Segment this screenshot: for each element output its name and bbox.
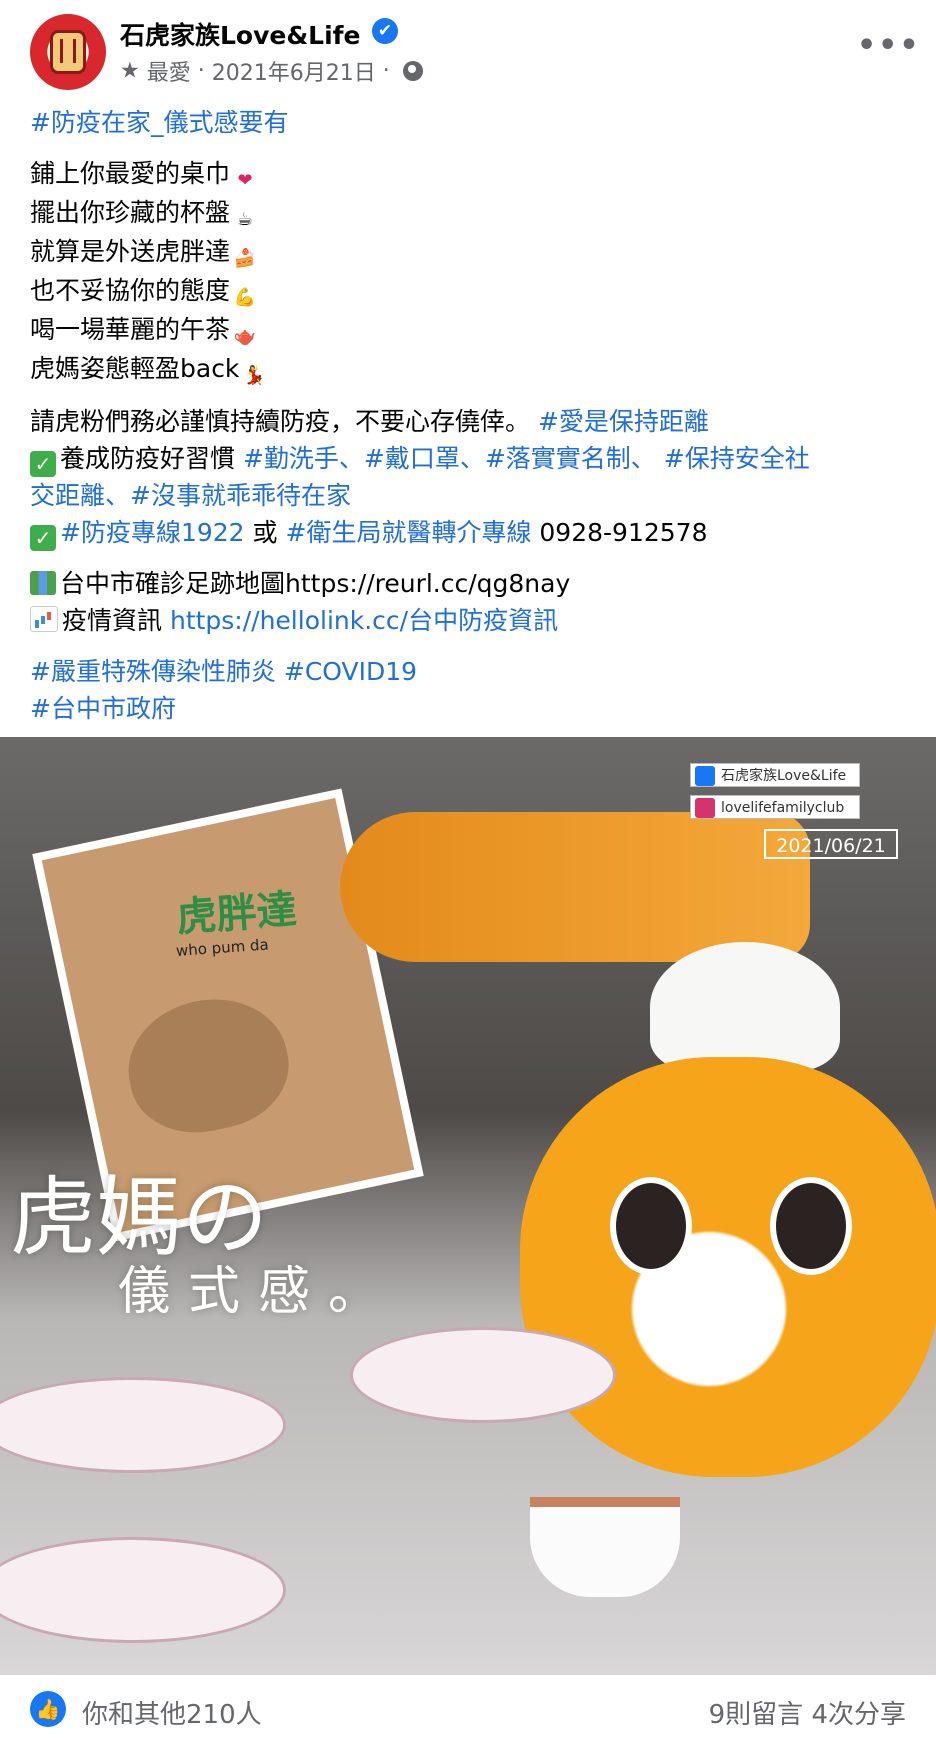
body-line: 也不妥協你的態度 💪 bbox=[30, 272, 910, 311]
hashtag-link[interactable]: #嚴重特殊傳染性肺炎 #COVID19 bbox=[30, 653, 910, 690]
post-meta: ★ 最愛 · 2021年6月21日 · bbox=[120, 55, 423, 87]
body-line: 疫情資訊 https://hellolink.cc/台中防疫資訊 bbox=[30, 602, 910, 639]
hashtag-link[interactable]: #愛是保持距離 bbox=[538, 407, 709, 436]
separator: · bbox=[382, 58, 390, 84]
tiger-face-print bbox=[116, 985, 300, 1146]
post-header: 石虎家族Love&Life ✔ ★ 最愛 · 2021年6月21日 · ••• bbox=[0, 0, 936, 100]
page-avatar[interactable] bbox=[30, 14, 106, 90]
teapot-icon: 🫖 bbox=[233, 326, 257, 347]
mascot-eye bbox=[610, 1177, 692, 1275]
reactions-count[interactable]: 你和其他210人 bbox=[82, 1694, 262, 1731]
photo-date-badge: 2021/06/21 bbox=[764, 829, 898, 859]
ig-handle-chip: lovelifefamilyclub bbox=[690, 795, 860, 819]
body-line: 請虎粉們務必謹慎持續防疫，不要心存僥倖。 #愛是保持距離 bbox=[30, 407, 709, 436]
cake-plate-image bbox=[350, 1327, 616, 1423]
engagement-counts: 9則留言 4次分享 bbox=[709, 1694, 906, 1731]
info-link[interactable]: https://hellolink.cc/台中防疫資訊 bbox=[170, 606, 558, 635]
hashtag-link[interactable]: #防疫專線1922 bbox=[60, 518, 245, 547]
post-footer: 👍 你和其他210人 9則留言 4次分享 bbox=[0, 1675, 936, 1750]
mascot-eye bbox=[770, 1177, 852, 1275]
cake-icon: 🍰 bbox=[233, 248, 257, 269]
heart-icon: ❤ bbox=[237, 170, 253, 191]
hashtag-link[interactable]: #勤洗手、#戴口罩、#落實實名制、 #保持安全社 bbox=[243, 444, 810, 473]
tiger-paw-image bbox=[340, 812, 810, 962]
photo-caption-line2: 儀式感。 bbox=[118, 1262, 399, 1322]
check-icon: ✓ bbox=[30, 525, 56, 551]
favorite-label: 最愛 bbox=[146, 61, 191, 86]
hashtag-link[interactable]: 交距離、#沒事就乖乖待在家 bbox=[30, 477, 910, 514]
verified-badge-icon: ✔ bbox=[372, 18, 398, 44]
map-icon bbox=[30, 571, 56, 595]
shares-count[interactable]: 4次分享 bbox=[811, 1700, 906, 1730]
check-icon: ✓ bbox=[30, 451, 56, 477]
more-options-icon[interactable]: ••• bbox=[857, 28, 921, 63]
chef-hat-image bbox=[650, 942, 840, 1072]
post-date-link[interactable]: 2021年6月21日 bbox=[212, 61, 376, 86]
body-line: 擺出你珍藏的杯盤 ☕ bbox=[30, 194, 910, 233]
body-line: ✓ 養成防疫好習慣 #勤洗手、#戴口罩、#落實實名制、 #保持安全社 bbox=[30, 440, 910, 477]
cake-stand-image bbox=[0, 1537, 286, 1643]
body-line: ✓ #防疫專線1922 或 #衛生局就醫轉介專線 0928-912578 bbox=[30, 514, 910, 551]
comments-count[interactable]: 9則留言 bbox=[709, 1700, 804, 1730]
body-line: 鋪上你最愛的桌巾 ❤ bbox=[30, 155, 910, 194]
post-body: #防疫在家_儀式感要有 鋪上你最愛的桌巾 ❤ 擺出你珍藏的杯盤 ☕ 就算是外送虎胖達… bbox=[30, 104, 910, 727]
bag-brand-text: 虎胖達 bbox=[175, 886, 299, 942]
star-icon: ★ bbox=[120, 58, 140, 84]
tea-cup-image bbox=[530, 1497, 680, 1597]
body-line: 虎媽姿態輕盈back 💃 bbox=[30, 350, 910, 389]
tiger-mascot-image bbox=[520, 1057, 936, 1477]
page-name-link[interactable]: 石虎家族Love&Life bbox=[120, 16, 361, 52]
separator: · bbox=[197, 58, 205, 84]
like-reaction-icon[interactable]: 👍 bbox=[30, 1691, 66, 1727]
post-photo[interactable]: 虎胖達 who pum da 石虎家族Love&Life lovelifefam… bbox=[0, 737, 936, 1675]
globe-icon bbox=[402, 61, 423, 81]
bar-chart-icon bbox=[30, 606, 58, 632]
fb-handle-chip: 石虎家族Love&Life bbox=[690, 763, 860, 787]
body-line: 就算是外送虎胖達 🍰 bbox=[30, 233, 910, 272]
cake-stand-image bbox=[0, 1377, 286, 1473]
hashtag-link[interactable]: #防疫在家_儀式感要有 bbox=[30, 104, 910, 141]
hashtag-link[interactable]: #台中市政府 bbox=[30, 690, 910, 727]
muscle-icon: 💪 bbox=[233, 287, 257, 308]
body-line: 台中市確診足跡地圖https://reurl.cc/qg8nay bbox=[30, 565, 910, 602]
dancer-icon: 💃 bbox=[243, 365, 266, 386]
body-line: 喝一場華麗的午茶 🫖 bbox=[30, 311, 910, 350]
hashtag-link[interactable]: #衛生局就醫轉介專線 bbox=[286, 518, 532, 547]
coffee-icon: ☕ bbox=[236, 209, 254, 230]
